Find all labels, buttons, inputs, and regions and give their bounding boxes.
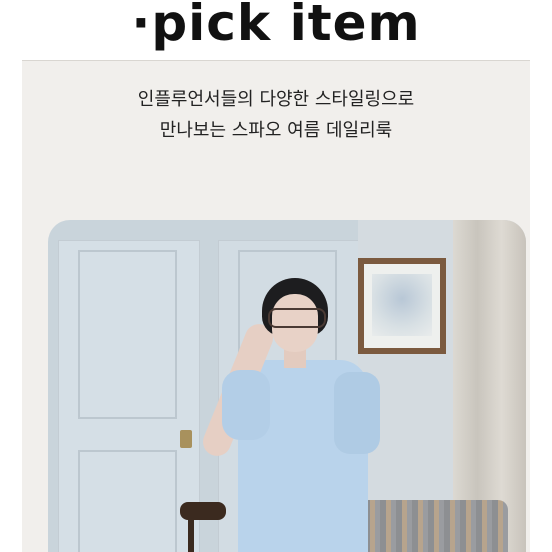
heading-banner: ·pick item [22,0,530,61]
door-panel [78,450,177,552]
model-photo[interactable] [48,220,526,552]
page-title: ·pick item [131,0,421,52]
promo-page: ·pick item 인플루언서들의 다양한 스타일링으로 만나보는 스파오 여… [22,0,530,552]
photo-sofa [348,500,508,552]
door-panel [78,250,177,419]
photo-stool-leg [188,518,194,552]
model-sleeve-right [334,372,380,454]
photo-stool [180,502,226,520]
intro-line-2: 만나보는 스파오 여름 데일리룩 [159,120,393,141]
intro-line-1: 인플루언서들의 다양한 스타일링으로 [137,89,415,110]
door-knob [180,430,192,448]
model-glasses [268,308,326,328]
model-sleeve-left [222,370,270,440]
framed-picture [372,274,432,336]
